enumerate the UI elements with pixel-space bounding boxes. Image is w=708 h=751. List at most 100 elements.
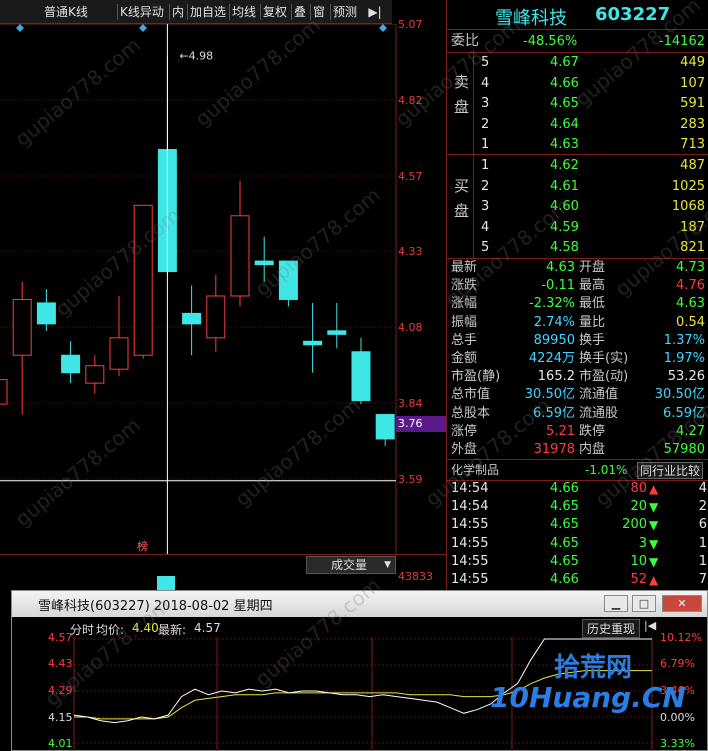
tick-price: 4.65 [550, 499, 579, 515]
bid-level-row[interactable]: 2 4.61 1025 [447, 176, 708, 197]
toolbar-button[interactable]: 窗 [313, 3, 325, 21]
stat-value: 30.50亿 [524, 387, 575, 403]
level-volume: 821 [680, 240, 705, 256]
toolbar-button[interactable]: 普通K线 [44, 3, 88, 21]
avg-label: 均价: [96, 623, 125, 637]
bid-level-row[interactable]: 5 4.58 821 [447, 237, 708, 258]
popup-titlebar[interactable]: 雪峰科技(603227) 2018-08-02 星期四 ▁ □ ✕ [12, 591, 707, 617]
arrow-down-icon: ▼ [649, 500, 659, 515]
level-number: 1 [481, 158, 490, 173]
stat-row: 总手 89950 换手 1.37% [447, 332, 708, 350]
trade-tick-row: 14:55 4.65 200 ▼ 6 [447, 516, 708, 534]
stat-label: 跌停 [579, 423, 606, 439]
level-price: 4.66 [550, 75, 579, 91]
industry-compare-button[interactable]: 同行业比较 [637, 462, 704, 479]
tick-time: 14:55 [451, 553, 489, 569]
stat-value: 30.50亿 [654, 387, 705, 403]
stat-label: 总手 [451, 332, 478, 348]
candle [278, 260, 298, 307]
stat-value: 4.76 [676, 278, 705, 294]
intraday-price-tick: 4.15 [48, 711, 73, 724]
weibi-value: -14162 [658, 34, 705, 49]
tick-count: 4 [698, 481, 707, 496]
arrow-down-icon: ▼ [649, 554, 659, 569]
toolbar-button[interactable]: 复权 [263, 3, 287, 21]
volume-indicator-select[interactable]: 成交量 ▼ [306, 556, 396, 574]
stat-value: 165.2 [537, 369, 575, 385]
tick-price: 4.66 [550, 481, 579, 496]
popup-title: 雪峰科技(603227) 2018-08-02 星期四 [38, 599, 273, 614]
intraday-price-tick: 4.43 [48, 657, 73, 670]
stock-name: 雪峰科技 [495, 8, 567, 29]
price-tick: 3.59 [398, 473, 423, 486]
candle [206, 275, 226, 352]
stat-row: 总股本 6.59亿 流通股 6.59亿 [447, 405, 708, 423]
weibi-label: 委比 [451, 33, 479, 49]
tick-volume: 200 [622, 517, 647, 533]
stat-value: 4.63 [676, 296, 705, 312]
price-tick: 4.57 [398, 170, 423, 183]
candle [12, 282, 32, 415]
kline-chart[interactable]: ←4.98 [0, 24, 446, 554]
stat-label: 总股本 [451, 405, 491, 421]
ask-level-row[interactable]: 1 4.63 713 [447, 134, 708, 155]
last-value: 4.57 [194, 621, 221, 635]
ask-level-row[interactable]: 2 4.64 283 [447, 114, 708, 135]
chart-toolbar: 普通K线 K线异动内加自选 均线 复权叠窗预测 ▶| [0, 0, 392, 24]
arrow-down-icon: ▼ [649, 518, 659, 533]
trade-tick-row: 14:54 4.66 80 ▲ 4 [447, 480, 708, 498]
toolbar-button[interactable]: 预测 [333, 3, 357, 21]
tick-count: 1 [698, 553, 707, 569]
play-next-icon[interactable]: ▶| [364, 3, 386, 21]
bid-level-row[interactable]: 4 4.59 187 [447, 217, 708, 238]
crosshair-price: 3.76 [398, 417, 423, 430]
site-logo: 拾荒网 10Huang.CN [490, 653, 686, 714]
level-number: 4 [481, 75, 490, 91]
level-price: 4.60 [550, 199, 579, 215]
candle [85, 355, 105, 394]
level-volume: 283 [680, 116, 705, 132]
stat-label: 开盘 [579, 260, 606, 275]
ask-level-row[interactable]: 5 4.67 449 [447, 52, 708, 73]
toolbar-button[interactable]: 均线 [232, 3, 256, 21]
toolbar-button[interactable]: 叠 [294, 3, 306, 21]
stat-label: 最高 [579, 278, 606, 294]
intraday-price-tick: 4.57 [48, 631, 73, 644]
volume-label: 成交量 [331, 558, 368, 572]
stat-value: 4.63 [546, 260, 575, 275]
history-replay-button[interactable]: 历史重现 [582, 619, 641, 638]
ask-level-row[interactable]: 4 4.66 107 [447, 73, 708, 94]
toolbar-button[interactable]: K线异动 [120, 3, 164, 21]
stat-value: -0.11 [541, 278, 575, 294]
level-number: 5 [481, 240, 490, 256]
toolbar-button[interactable]: 内 [172, 3, 184, 21]
stat-label: 流通值 [579, 387, 619, 403]
level-number: 3 [481, 199, 490, 215]
level-volume: 1068 [671, 199, 705, 215]
minimize-button[interactable]: ▁ [604, 595, 628, 612]
stat-label: 量比 [579, 314, 606, 330]
stat-value: 4.73 [676, 260, 705, 275]
arrow-up-icon: ▲ [649, 573, 659, 587]
close-button[interactable]: ✕ [662, 595, 702, 612]
level-price: 4.62 [550, 158, 579, 173]
bid-level-row[interactable]: 3 4.60 1068 [447, 196, 708, 217]
toolbar-button[interactable]: 加自选 [190, 3, 226, 21]
stat-row: 总市值 30.50亿 流通值 30.50亿 [447, 386, 708, 404]
ask-level-row[interactable]: 3 4.65 591 [447, 93, 708, 114]
stat-value: 4224万 [528, 351, 575, 366]
level-volume: 187 [680, 219, 705, 235]
volume-value: 43833 [398, 570, 433, 583]
tick-time: 14:55 [451, 535, 489, 551]
arrow-up-icon: ▲ [649, 482, 659, 496]
avg-value: 4.40 [132, 621, 159, 635]
bid-level-row[interactable]: 1 4.62 487 [447, 155, 708, 176]
maximize-button[interactable]: □ [632, 595, 656, 612]
intraday-price-tick: 4.29 [48, 684, 73, 697]
level-volume: 591 [680, 96, 705, 112]
history-play-icon[interactable]: |◀ [644, 619, 656, 632]
quote-panel: 雪峰科技 603227 委比 -48.56% -14162 5 4.67 449 4 4… [446, 0, 708, 590]
candle [0, 379, 8, 405]
intraday-popup-window[interactable]: 雪峰科技(603227) 2018-08-02 星期四 ▁ □ ✕ 分时 均价:… [11, 590, 708, 751]
candle [327, 302, 347, 349]
